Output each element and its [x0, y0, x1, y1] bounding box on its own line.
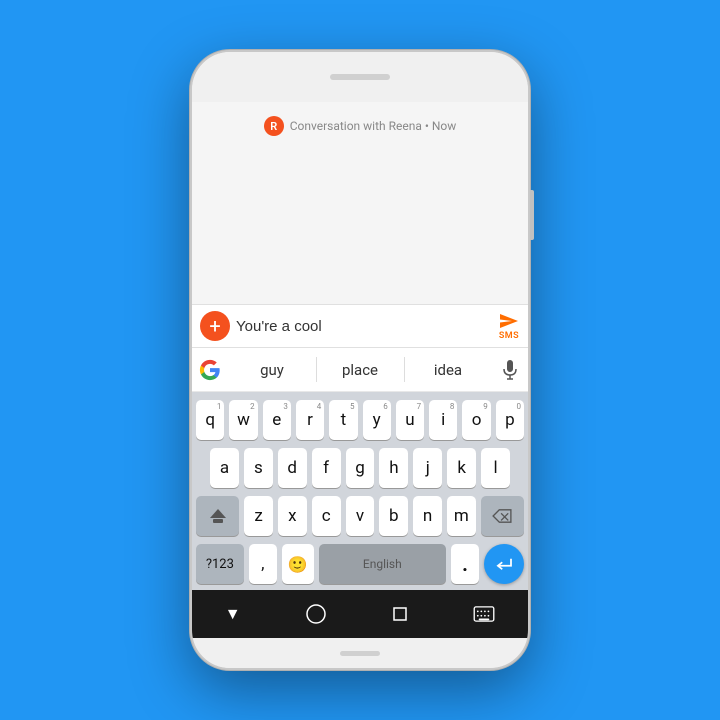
key-m[interactable]: m: [447, 496, 476, 536]
shift-icon: [210, 509, 226, 523]
delete-key[interactable]: [481, 496, 524, 536]
send-label: SMS: [499, 331, 519, 341]
shift-key[interactable]: [196, 496, 239, 536]
key-d[interactable]: d: [278, 448, 307, 488]
phone-body: R Conversation with Reena • Now + SMS: [190, 50, 530, 670]
key-s[interactable]: s: [244, 448, 273, 488]
key-k[interactable]: k: [447, 448, 476, 488]
phone-side-button: [530, 190, 534, 240]
key-c[interactable]: c: [312, 496, 341, 536]
key-a[interactable]: a: [210, 448, 239, 488]
key-q[interactable]: q1: [196, 400, 224, 440]
key-z[interactable]: z: [244, 496, 273, 536]
conversation-label: Conversation with Reena • Now: [290, 119, 457, 133]
message-input[interactable]: [236, 318, 492, 335]
recents-square-icon: [392, 606, 408, 622]
key-b[interactable]: b: [379, 496, 408, 536]
key-e[interactable]: e3: [263, 400, 291, 440]
comma-key[interactable]: ,: [249, 544, 277, 584]
keyboard: q1 w2 e3 r4 t5 y6 u7 i8 o9 p0 a s d f g …: [192, 392, 528, 590]
conversation-header: R Conversation with Reena • Now: [264, 116, 457, 136]
input-row: + SMS: [192, 304, 528, 348]
key-r[interactable]: r4: [296, 400, 324, 440]
keyboard-row-1: q1 w2 e3 r4 t5 y6 u7 i8 o9 p0: [196, 400, 524, 440]
num-switch-key[interactable]: ?123: [196, 544, 244, 584]
message-area: R Conversation with Reena • Now: [192, 102, 528, 304]
key-p[interactable]: p0: [496, 400, 524, 440]
keyboard-icon: [473, 606, 495, 622]
phone-wrapper: R Conversation with Reena • Now + SMS: [190, 50, 530, 670]
key-i[interactable]: i8: [429, 400, 457, 440]
period-key[interactable]: .: [451, 544, 479, 584]
send-button[interactable]: SMS: [498, 312, 520, 341]
send-arrow-icon: [498, 312, 520, 330]
keyboard-toggle-button[interactable]: [473, 606, 495, 622]
phone-top-chrome: [192, 52, 528, 102]
space-key[interactable]: English: [319, 544, 446, 584]
backspace-icon: [491, 508, 513, 524]
nav-bar: ▼: [192, 590, 528, 638]
phone-bottom-chrome: [192, 638, 528, 668]
suggestions-row: guy place idea: [192, 348, 528, 392]
avatar: R: [264, 116, 284, 136]
key-f[interactable]: f: [312, 448, 341, 488]
emoji-key[interactable]: 🙂: [282, 544, 314, 584]
phone-speaker: [330, 74, 390, 80]
key-n[interactable]: n: [413, 496, 442, 536]
google-logo: [192, 348, 228, 392]
keyboard-row-4: ?123 , 🙂 English .: [196, 544, 524, 584]
home-circle-icon: [306, 604, 326, 624]
g-icon: [199, 359, 221, 381]
key-t[interactable]: t5: [329, 400, 357, 440]
back-button[interactable]: ▼: [225, 604, 241, 624]
key-v[interactable]: v: [346, 496, 375, 536]
key-l[interactable]: l: [481, 448, 510, 488]
keyboard-row-2: a s d f g h j k l: [196, 448, 524, 488]
key-h[interactable]: h: [379, 448, 408, 488]
key-u[interactable]: u7: [396, 400, 424, 440]
recents-button[interactable]: [392, 606, 408, 622]
key-w[interactable]: w2: [229, 400, 257, 440]
home-button[interactable]: [306, 604, 326, 624]
add-attachment-button[interactable]: +: [200, 311, 230, 341]
key-j[interactable]: j: [413, 448, 442, 488]
suggestion-3[interactable]: idea: [404, 348, 492, 391]
key-g[interactable]: g: [346, 448, 375, 488]
key-o[interactable]: o9: [462, 400, 490, 440]
suggestion-2[interactable]: place: [316, 348, 404, 391]
mic-icon: [502, 359, 518, 381]
key-x[interactable]: x: [278, 496, 307, 536]
keyboard-row-3: z x c v b n m: [196, 496, 524, 536]
enter-key[interactable]: [484, 544, 524, 584]
microphone-button[interactable]: [492, 348, 528, 392]
return-icon: [495, 557, 513, 571]
phone-home-button: [340, 651, 380, 656]
key-y[interactable]: y6: [363, 400, 391, 440]
suggestion-1[interactable]: guy: [228, 348, 316, 391]
